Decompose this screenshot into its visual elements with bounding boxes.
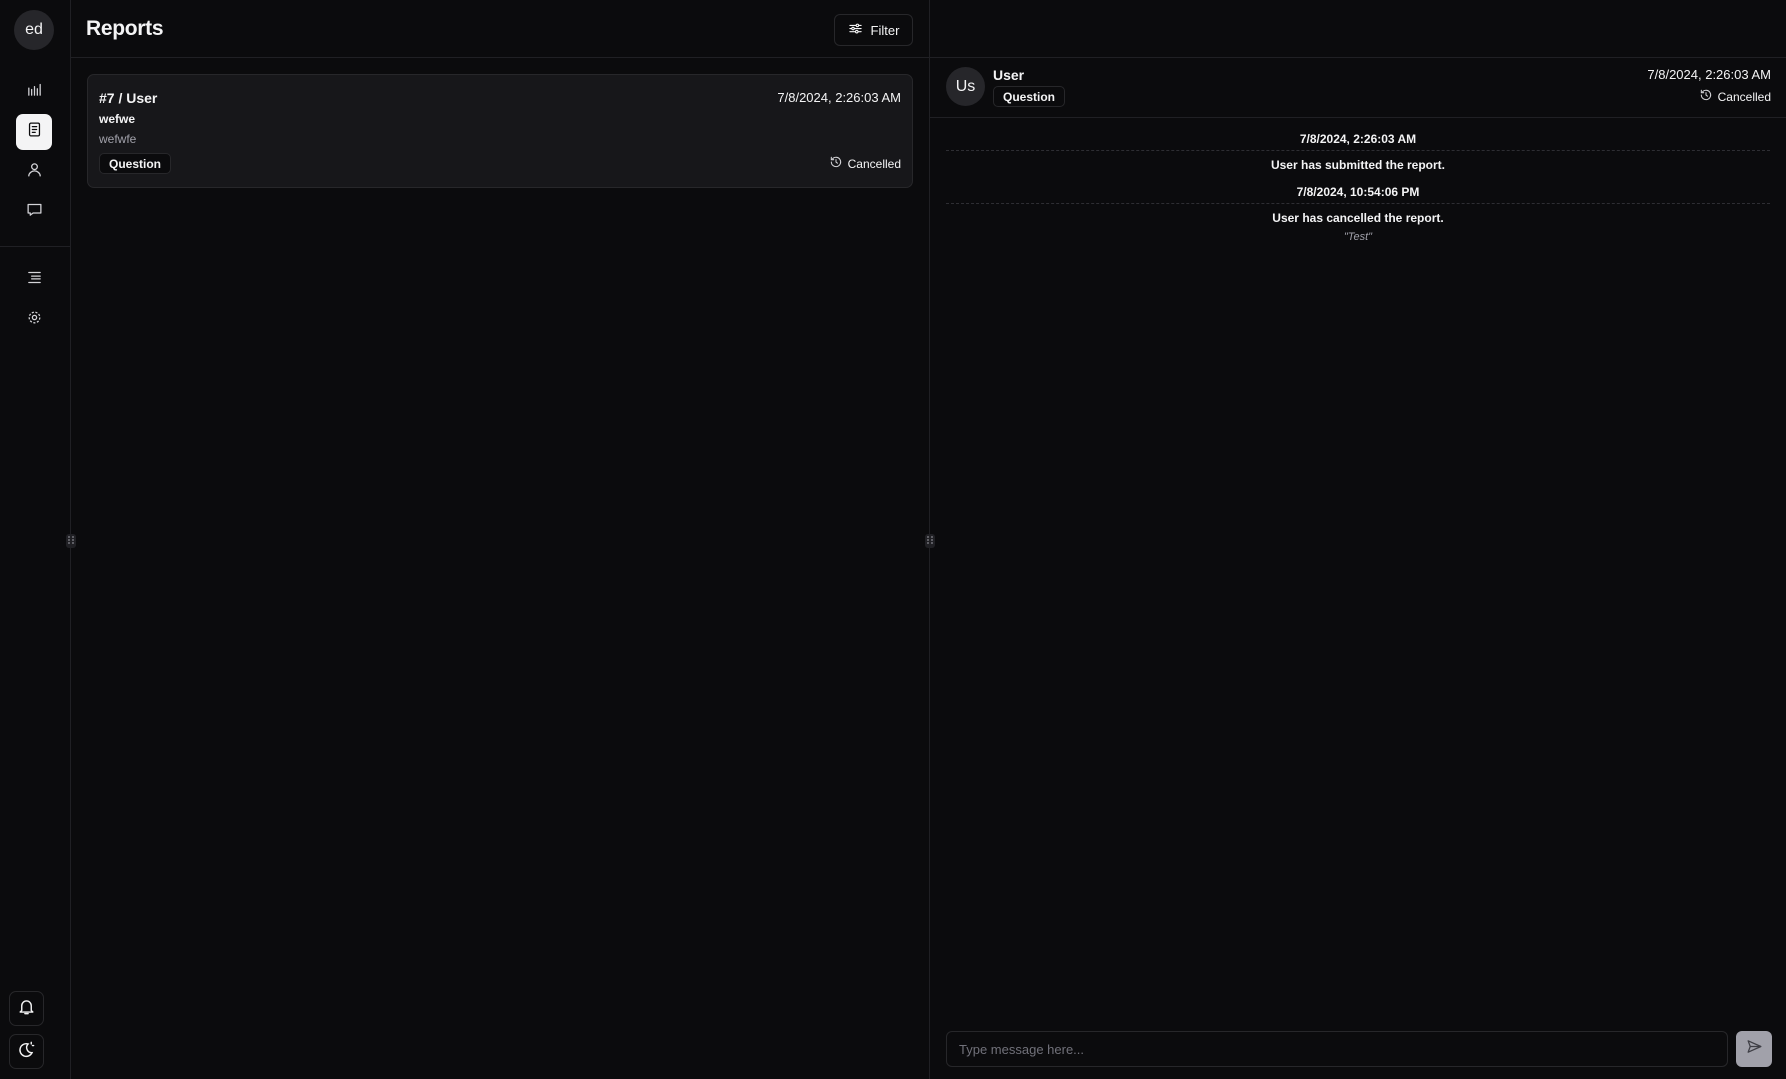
gear-icon <box>26 309 43 331</box>
report-date: 7/8/2024, 2:26:03 AM <box>777 90 901 105</box>
bar-chart-icon <box>26 81 43 103</box>
avatar-initials: ed <box>25 21 43 38</box>
theme-toggle-button[interactable] <box>9 1034 44 1069</box>
notifications-button[interactable] <box>9 991 44 1026</box>
list-header: Reports Filter <box>71 0 930 58</box>
nav-analytics-button[interactable] <box>16 74 52 110</box>
timeline-date: 7/8/2024, 2:26:03 AM <box>946 132 1770 151</box>
message-icon <box>26 201 43 223</box>
report-card[interactable]: #7 / User 7/8/2024, 2:26:03 AM wefwe wef… <box>87 74 913 188</box>
filter-button[interactable]: Filter <box>834 14 913 46</box>
detail-category-badge: Question <box>993 86 1066 107</box>
detail-topbar <box>930 0 1786 58</box>
detail-date: 7/8/2024, 2:26:03 AM <box>1647 67 1771 82</box>
status-badge: Cancelled <box>829 155 901 172</box>
nav-logs-button[interactable] <box>16 262 52 298</box>
history-icon <box>1699 88 1713 105</box>
status-text: Cancelled <box>847 156 901 171</box>
history-icon <box>829 155 843 172</box>
nav-users-button[interactable] <box>16 154 52 190</box>
nav-messages-button[interactable] <box>16 194 52 230</box>
timeline-date: 7/8/2024, 10:54:06 PM <box>946 185 1770 204</box>
sliders-icon <box>848 21 863 39</box>
user-icon <box>26 161 43 183</box>
icon-sidebar: ed <box>0 0 71 1079</box>
report-timeline: 7/8/2024, 2:26:03 AM User has submitted … <box>946 132 1770 256</box>
timeline-note: "Test" <box>1343 231 1373 243</box>
bell-icon <box>17 997 36 1021</box>
app-root: ed Reports Filter #7 / User 7/8/2024, 2:… <box>0 0 1786 1079</box>
page-title: Reports <box>86 17 164 40</box>
report-id: #7 / User <box>99 90 158 106</box>
send-icon <box>1746 1038 1763 1060</box>
report-subject: wefwe <box>99 112 136 126</box>
timeline-event: 7/8/2024, 2:26:03 AM User has submitted … <box>946 132 1770 172</box>
nav-reports-button[interactable] <box>16 114 52 150</box>
detail-status-text: Cancelled <box>1717 89 1771 104</box>
timeline-event: 7/8/2024, 10:54:06 PM User has cancelled… <box>946 185 1770 243</box>
document-icon <box>26 121 43 143</box>
report-preview: wefwfe <box>99 132 137 146</box>
message-input[interactable] <box>946 1031 1728 1067</box>
moon-sun-icon <box>17 1040 36 1064</box>
timeline-text: User has cancelled the report. <box>1272 211 1444 225</box>
list-icon <box>26 269 43 291</box>
detail-status-badge: Cancelled <box>1699 88 1771 105</box>
timeline-text: User has submitted the report. <box>1270 158 1446 172</box>
reporter-name: User <box>993 67 1025 83</box>
send-button[interactable] <box>1736 1031 1772 1067</box>
reporter-initials: Us <box>955 77 976 95</box>
reports-list-panel: Reports Filter #7 / User 7/8/2024, 2:26:… <box>71 0 930 1079</box>
sidebar-divider <box>0 246 70 247</box>
detail-header: Us User Question 7/8/2024, 2:26:03 AM Ca… <box>930 58 1786 118</box>
user-avatar[interactable]: ed <box>14 10 54 50</box>
reporter-avatar: Us <box>946 67 985 106</box>
filter-label: Filter <box>870 22 900 38</box>
category-badge: Question <box>99 153 172 174</box>
report-detail-panel: Us User Question 7/8/2024, 2:26:03 AM Ca… <box>930 0 1786 1079</box>
nav-settings-button[interactable] <box>16 302 52 338</box>
